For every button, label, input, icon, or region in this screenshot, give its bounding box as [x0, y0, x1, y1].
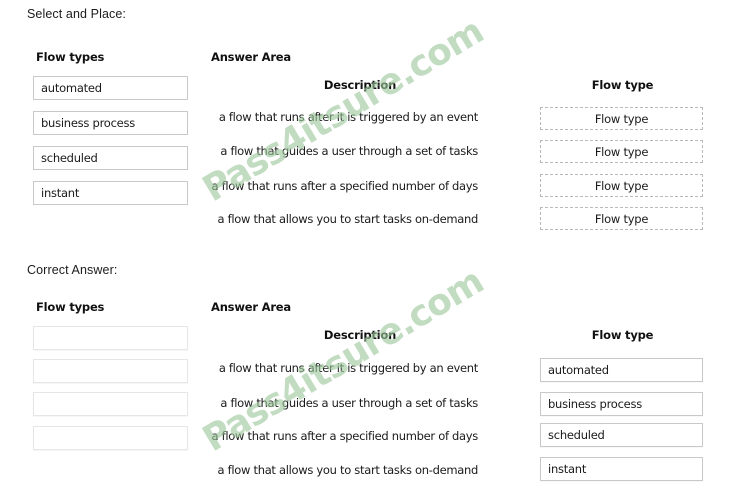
description-row-4: a flow that allows you to start tasks on…: [217, 212, 479, 226]
empty-source-tile-4[interactable]: [33, 426, 188, 450]
drop-zone-row-3[interactable]: Flow type: [540, 174, 703, 197]
source-tile-scheduled[interactable]: scheduled: [33, 146, 188, 170]
description-heading-bottom: Description: [323, 328, 397, 342]
source-tile-automated[interactable]: automated: [33, 76, 188, 100]
source-tile-label: automated: [41, 81, 102, 95]
drop-zone-row-1[interactable]: Flow type: [540, 107, 703, 130]
description-heading-top: Description: [323, 78, 397, 92]
answer-tile-label: business process: [548, 397, 642, 411]
flow-type-heading-top: Flow type: [591, 78, 654, 92]
description-row-1: a flow that runs after it is triggered b…: [218, 110, 478, 124]
description-row-4-bottom: a flow that allows you to start tasks on…: [217, 463, 479, 477]
flow-types-heading-bottom: Flow types: [36, 300, 105, 314]
answer-tile-label: scheduled: [548, 428, 605, 442]
answer-tile-row-2[interactable]: business process: [540, 392, 703, 416]
flow-types-heading-top: Flow types: [36, 50, 105, 64]
drop-zone-label: Flow type: [594, 178, 649, 193]
flow-type-heading-bottom: Flow type: [591, 328, 654, 342]
source-tile-business-process[interactable]: business process: [33, 111, 188, 135]
description-row-2: a flow that guides a user through a set …: [220, 144, 478, 158]
exam-question-page: Select and Place: Flow types Answer Area…: [0, 0, 750, 503]
section-label-select-and-place: Select and Place:: [27, 7, 126, 21]
drop-zone-row-2[interactable]: Flow type: [540, 140, 703, 163]
answer-tile-label: automated: [548, 363, 609, 377]
description-row-3: a flow that runs after a specified numbe…: [211, 179, 479, 193]
answer-area-heading-bottom: Answer Area: [211, 300, 291, 314]
empty-source-tile-2[interactable]: [33, 359, 188, 383]
drop-zone-label: Flow type: [594, 144, 649, 159]
source-tile-label: business process: [41, 116, 135, 130]
drop-zone-row-4[interactable]: Flow type: [540, 207, 703, 230]
description-row-2-bottom: a flow that guides a user through a set …: [220, 396, 478, 410]
empty-source-tile-3[interactable]: [33, 392, 188, 416]
empty-source-tile-1[interactable]: [33, 326, 188, 350]
source-tile-label: instant: [41, 186, 80, 200]
source-tile-label: scheduled: [41, 151, 98, 165]
answer-area-heading-top: Answer Area: [211, 50, 291, 64]
description-row-1-bottom: a flow that runs after it is triggered b…: [218, 361, 478, 375]
answer-tile-row-3[interactable]: scheduled: [540, 423, 703, 447]
source-tile-instant[interactable]: instant: [33, 181, 188, 205]
answer-tile-row-4[interactable]: instant: [540, 457, 703, 481]
answer-tile-label: instant: [548, 462, 587, 476]
description-row-3-bottom: a flow that runs after a specified numbe…: [211, 429, 479, 443]
drop-zone-label: Flow type: [594, 211, 649, 226]
drop-zone-label: Flow type: [594, 111, 649, 126]
answer-tile-row-1[interactable]: automated: [540, 358, 703, 382]
section-label-correct-answer: Correct Answer:: [27, 263, 118, 277]
